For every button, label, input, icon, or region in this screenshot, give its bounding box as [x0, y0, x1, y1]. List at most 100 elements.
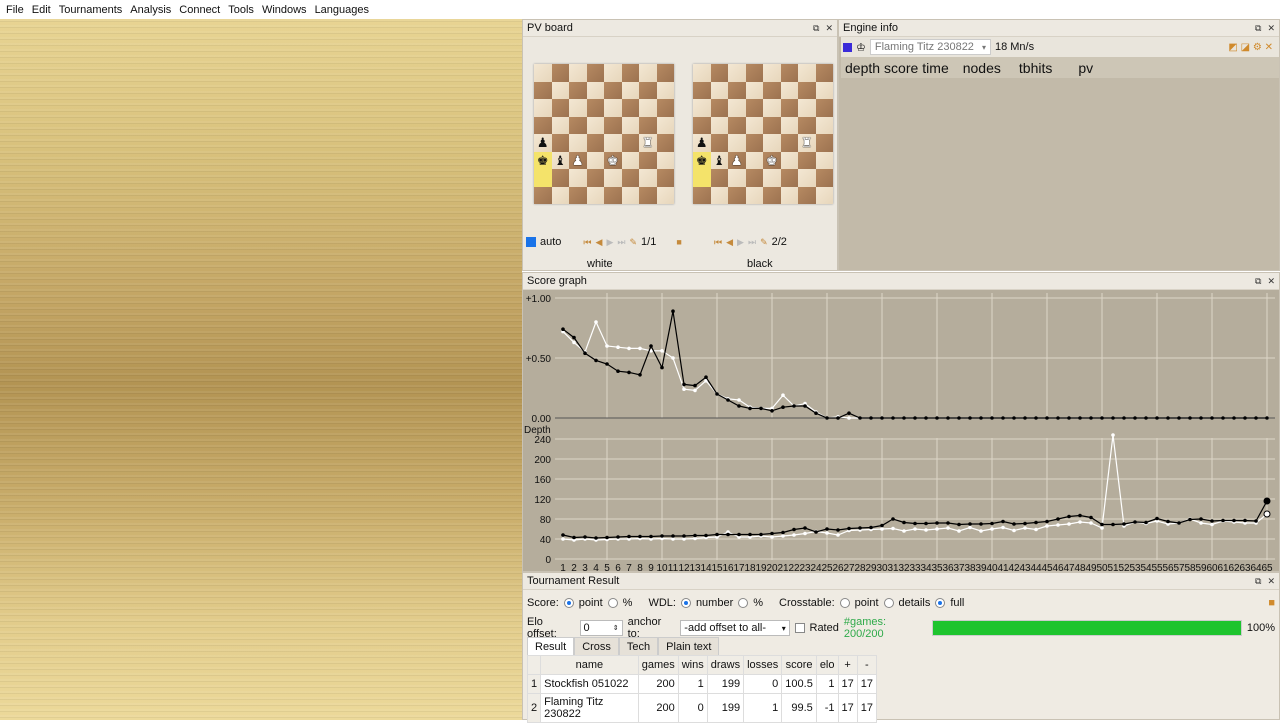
prev-move-icon[interactable]: ◀: [596, 237, 603, 248]
board-square[interactable]: [693, 99, 711, 117]
column-header[interactable]: games: [637, 655, 679, 675]
board-square[interactable]: [639, 116, 657, 134]
board-square[interactable]: [728, 134, 746, 152]
board-square[interactable]: [639, 169, 657, 187]
table-row[interactable]: 1 Stockfish 051022 200 1 199 0 100.5 1 17 17: [526, 674, 878, 694]
board-square[interactable]: [604, 169, 622, 187]
board-square[interactable]: [693, 186, 711, 204]
column-header[interactable]: name: [540, 655, 639, 675]
float-icon[interactable]: ⧉: [1255, 576, 1261, 587]
next-move-icon[interactable]: ▶: [737, 237, 744, 248]
board-square[interactable]: [745, 81, 763, 99]
column-header[interactable]: elo: [815, 655, 839, 675]
board-square[interactable]: [815, 151, 833, 169]
board-square[interactable]: [586, 186, 604, 204]
board-square[interactable]: [780, 116, 798, 134]
board-square[interactable]: [534, 169, 552, 187]
close-icon[interactable]: ✕: [1267, 23, 1275, 34]
board-square[interactable]: ♝: [710, 151, 728, 169]
board-square[interactable]: [586, 116, 604, 134]
menu-tools[interactable]: Tools: [224, 4, 258, 16]
board-square[interactable]: [815, 169, 833, 187]
last-move-icon[interactable]: ⏭: [617, 237, 625, 248]
board-square[interactable]: [551, 64, 569, 82]
board-square[interactable]: [780, 186, 798, 204]
score-pct-radio[interactable]: [607, 598, 618, 608]
board-square[interactable]: [745, 116, 763, 134]
board-square[interactable]: [621, 81, 639, 99]
cross-full-radio[interactable]: [935, 598, 946, 608]
first-move-icon[interactable]: ⏮: [714, 237, 722, 248]
board-square[interactable]: [745, 134, 763, 152]
board-square[interactable]: [763, 64, 781, 82]
board-square[interactable]: [693, 169, 711, 187]
board-square[interactable]: [551, 186, 569, 204]
board-square[interactable]: [798, 64, 816, 82]
board-square[interactable]: [604, 99, 622, 117]
board-square[interactable]: [815, 134, 833, 152]
board-square[interactable]: [604, 116, 622, 134]
board-square[interactable]: [780, 169, 798, 187]
board-square[interactable]: ♟: [693, 134, 711, 152]
board-square[interactable]: [763, 116, 781, 134]
board-square[interactable]: [710, 116, 728, 134]
board-square[interactable]: [745, 151, 763, 169]
board-square[interactable]: [551, 169, 569, 187]
board-square[interactable]: [710, 186, 728, 204]
board-square[interactable]: [728, 169, 746, 187]
export-icon[interactable]: ■: [1268, 597, 1275, 609]
board-square[interactable]: [798, 151, 816, 169]
engine-select[interactable]: Flaming Titz 230822 ▾: [869, 39, 991, 55]
board-square[interactable]: [569, 186, 587, 204]
board-square[interactable]: ♟: [569, 151, 587, 169]
board-square[interactable]: [745, 169, 763, 187]
board-square[interactable]: [745, 64, 763, 82]
score-point-radio[interactable]: [563, 598, 574, 608]
column-header[interactable]: -: [856, 655, 878, 675]
elo-offset-input[interactable]: 0 ⇕: [579, 620, 623, 636]
board-square[interactable]: [569, 134, 587, 152]
auto-checkbox[interactable]: [526, 237, 536, 247]
board-square[interactable]: [710, 99, 728, 117]
tab-plain-text[interactable]: Plain text: [658, 637, 720, 656]
column-header[interactable]: score: [781, 655, 817, 675]
cross-point-radio[interactable]: [839, 598, 850, 608]
board-square[interactable]: [569, 81, 587, 99]
board-square[interactable]: [798, 186, 816, 204]
tab-cross[interactable]: Cross: [574, 637, 619, 656]
board-square[interactable]: [656, 186, 674, 204]
board-square[interactable]: [586, 151, 604, 169]
board-square[interactable]: [551, 134, 569, 152]
column-header[interactable]: wins: [677, 655, 708, 675]
menu-edit[interactable]: Edit: [28, 4, 55, 16]
board-square[interactable]: [798, 99, 816, 117]
board-square[interactable]: [586, 81, 604, 99]
board-square[interactable]: [639, 186, 657, 204]
rated-checkbox[interactable]: [794, 623, 805, 633]
board-square[interactable]: [780, 134, 798, 152]
board-square[interactable]: ♚: [604, 151, 622, 169]
table-row[interactable]: 2 Flaming Titz 230822 200 0 199 1 99.5 -1 17 17: [526, 693, 878, 723]
board-square[interactable]: ♜: [798, 134, 816, 152]
board-square[interactable]: [815, 116, 833, 134]
board-square[interactable]: [745, 99, 763, 117]
board-square[interactable]: [534, 64, 552, 82]
board-square[interactable]: [604, 81, 622, 99]
board-square[interactable]: ♝: [551, 151, 569, 169]
board-square[interactable]: [569, 99, 587, 117]
board-square[interactable]: [569, 64, 587, 82]
board-square[interactable]: [621, 169, 639, 187]
board-square[interactable]: [728, 116, 746, 134]
menu-tournaments[interactable]: Tournaments: [55, 4, 127, 16]
board-square[interactable]: [621, 99, 639, 117]
close-icon[interactable]: ✕: [1267, 276, 1275, 287]
board-square[interactable]: [728, 81, 746, 99]
board-square[interactable]: [656, 134, 674, 152]
board-square[interactable]: ♚: [534, 151, 552, 169]
board-square[interactable]: [586, 134, 604, 152]
board-square[interactable]: [710, 169, 728, 187]
board-square[interactable]: [693, 81, 711, 99]
tab-result[interactable]: Result: [527, 637, 575, 656]
board-square[interactable]: [710, 64, 728, 82]
board-square[interactable]: [763, 99, 781, 117]
